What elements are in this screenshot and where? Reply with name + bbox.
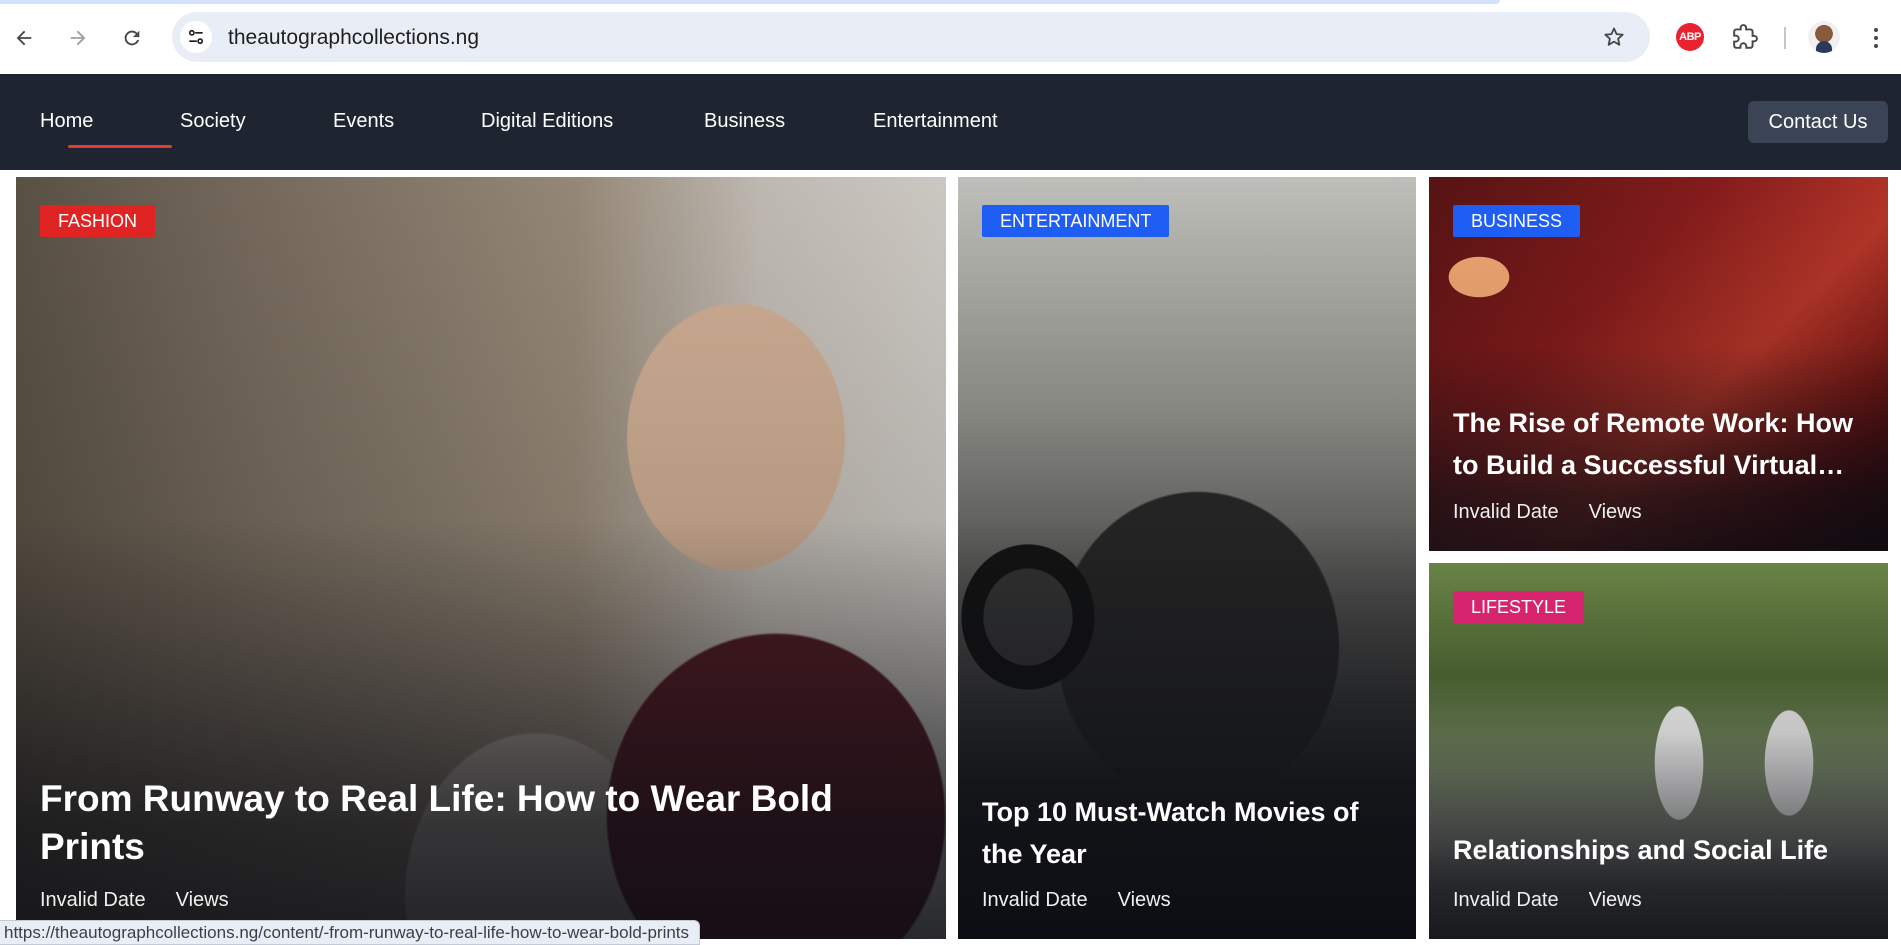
article-title[interactable]: Top 10 Must-Watch Movies of the Year — [982, 791, 1392, 875]
category-badge[interactable]: BUSINESS — [1453, 205, 1581, 237]
kebab-menu-icon[interactable] — [1864, 22, 1888, 54]
forward-arrow-icon — [70, 30, 86, 46]
nav-item-entertainment[interactable]: Entertainment — [873, 110, 998, 133]
back-button[interactable] — [8, 22, 40, 54]
nav-item-events[interactable]: Events — [333, 110, 394, 133]
profile-avatar[interactable] — [1808, 21, 1840, 53]
article-meta: Invalid Date Views — [982, 889, 1171, 912]
article-date: Invalid Date — [40, 889, 146, 911]
site-info-button[interactable] — [180, 21, 212, 53]
link-status-bar: https://theautographcollections.ng/conte… — [0, 920, 701, 945]
article-title-line: The Rise of Remote Work: How — [1453, 408, 1854, 438]
article-views: Views — [1117, 889, 1171, 911]
article-meta: Invalid Date Views — [40, 889, 229, 912]
puzzle-icon — [1733, 24, 1758, 49]
toolbar-divider — [1784, 27, 1786, 49]
article-card[interactable]: LIFESTYLE Relationships and Social Life … — [1429, 563, 1888, 939]
extensions-button[interactable] — [1730, 22, 1760, 52]
category-badge[interactable]: ENTERTAINMENT — [982, 205, 1170, 237]
address-bar[interactable]: theautographcollections.ng — [172, 12, 1650, 62]
article-meta: Invalid Date Views — [1453, 889, 1642, 912]
abp-icon: ABP — [1676, 23, 1704, 51]
article-title[interactable]: The Rise of Remote Work: How to Build a … — [1453, 402, 1864, 486]
featured-article-card[interactable]: FASHION From Runway to Real Life: How to… — [16, 177, 946, 939]
browser-toolbar: theautographcollections.ng ABP — [0, 0, 1901, 74]
tab-strip-edge — [0, 0, 1500, 4]
article-card[interactable]: ENTERTAINMENT Top 10 Must-Watch Movies o… — [958, 177, 1416, 939]
category-badge[interactable]: LIFESTYLE — [1453, 591, 1585, 623]
tune-icon — [188, 29, 204, 45]
article-date: Invalid Date — [1453, 889, 1559, 911]
forward-button[interactable] — [62, 22, 94, 54]
article-date: Invalid Date — [1453, 501, 1559, 523]
url-text[interactable]: theautographcollections.ng — [228, 26, 479, 50]
contact-us-button[interactable]: Contact Us — [1748, 101, 1888, 143]
article-title[interactable]: From Runway to Real Life: How to Wear Bo… — [40, 775, 922, 871]
article-date: Invalid Date — [982, 889, 1088, 911]
article-views: Views — [1588, 501, 1642, 523]
nav-item-business[interactable]: Business — [704, 110, 785, 133]
site-navigation: Home Society Events Digital Editions Bus… — [0, 74, 1901, 170]
adblock-extension-button[interactable]: ABP — [1675, 22, 1705, 52]
back-arrow-icon — [16, 30, 32, 46]
reload-icon — [124, 30, 140, 46]
article-title-line: to Build a Successful Virtual… — [1453, 450, 1845, 480]
article-card[interactable]: BUSINESS The Rise of Remote Work: How to… — [1429, 177, 1888, 551]
article-meta: Invalid Date Views — [1453, 501, 1642, 524]
reload-button[interactable] — [116, 22, 148, 54]
star-icon[interactable] — [1602, 25, 1626, 49]
nav-item-society[interactable]: Society — [180, 110, 246, 133]
article-title[interactable]: Relationships and Social Life — [1453, 829, 1864, 871]
nav-item-home[interactable]: Home — [40, 110, 93, 133]
active-nav-indicator — [68, 145, 172, 148]
nav-item-digital-editions[interactable]: Digital Editions — [481, 110, 613, 133]
category-badge[interactable]: FASHION — [40, 205, 156, 237]
article-views: Views — [1588, 889, 1642, 911]
article-views: Views — [175, 889, 229, 911]
